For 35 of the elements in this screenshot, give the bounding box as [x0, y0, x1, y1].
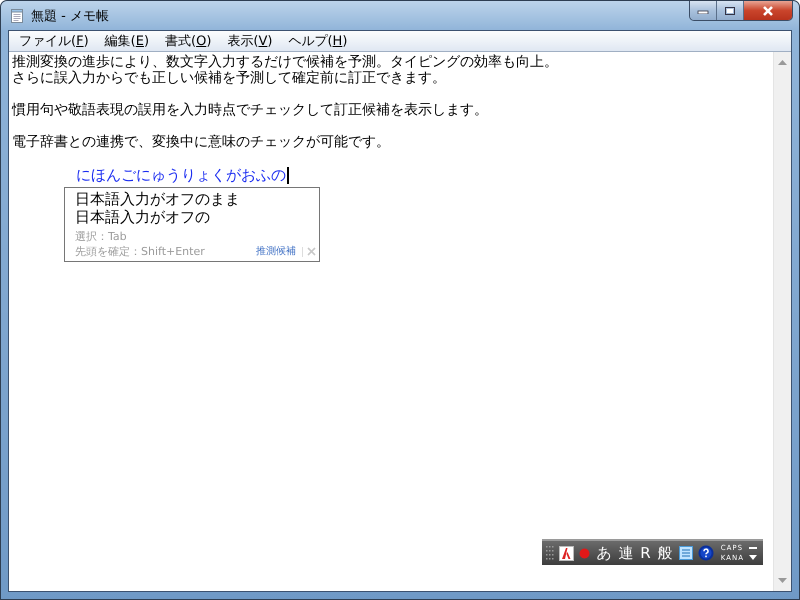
- dropdown-icon[interactable]: [749, 555, 757, 560]
- ime-mode-button[interactable]: 般: [656, 545, 674, 561]
- menu-item[interactable]: 表示(V): [219, 32, 280, 50]
- shortcut-hint: 選択：Tab: [75, 229, 128, 244]
- text-line: 慣用句や敬語表現の誤用を入力時点でチェックして訂正候補を表示します。: [12, 102, 489, 118]
- prediction-link[interactable]: 推測候補: [256, 245, 296, 259]
- text-caret: [287, 166, 289, 184]
- window-title: 無題 - メモ帳: [31, 8, 109, 24]
- shortcut-hint: 先頭を確定：Shift+Enter: [75, 244, 206, 259]
- minimize-icon[interactable]: [749, 546, 757, 550]
- menu-item[interactable]: ヘルプ(H): [280, 32, 356, 50]
- grip-icon[interactable]: [546, 545, 554, 561]
- menu-item[interactable]: 書式(O): [157, 32, 220, 50]
- maximize-button[interactable]: [717, 1, 744, 20]
- minimize-button[interactable]: [690, 1, 717, 20]
- text-line: さらに誤入力からでも正しい候補を予測して確定前に訂正できます。: [12, 70, 447, 86]
- list-icon[interactable]: [678, 546, 693, 560]
- close-button[interactable]: [744, 1, 792, 20]
- close-icon: [761, 4, 775, 16]
- minimize-icon: [697, 8, 709, 14]
- ime-mode-button[interactable]: あ: [595, 545, 612, 561]
- composition-text: にほんごにゅうりょくがおふの: [76, 167, 286, 183]
- notepad-icon: [9, 8, 25, 24]
- help-icon[interactable]: [698, 545, 714, 561]
- ime-mode-button[interactable]: R: [639, 545, 652, 561]
- maximize-icon: [724, 6, 736, 16]
- menu-item[interactable]: 編集(E): [96, 32, 158, 50]
- menu-item[interactable]: ファイル(F): [11, 32, 97, 50]
- text-line: 推測変換の進歩により、数文字入力するだけで候補を予測。タイピングの効率も向上。: [12, 54, 559, 70]
- text-line: 電子辞書との連携で、変換中に意味のチェックが可能です。: [12, 134, 391, 150]
- candidate-item[interactable]: 日本語入力がオフの: [75, 208, 319, 226]
- ime-logo-icon[interactable]: [559, 546, 574, 560]
- ime-mode-button[interactable]: 連: [617, 545, 634, 561]
- record-dot-icon[interactable]: [579, 548, 590, 558]
- candidate-item[interactable]: 日本語入力がオフのまま: [75, 190, 319, 208]
